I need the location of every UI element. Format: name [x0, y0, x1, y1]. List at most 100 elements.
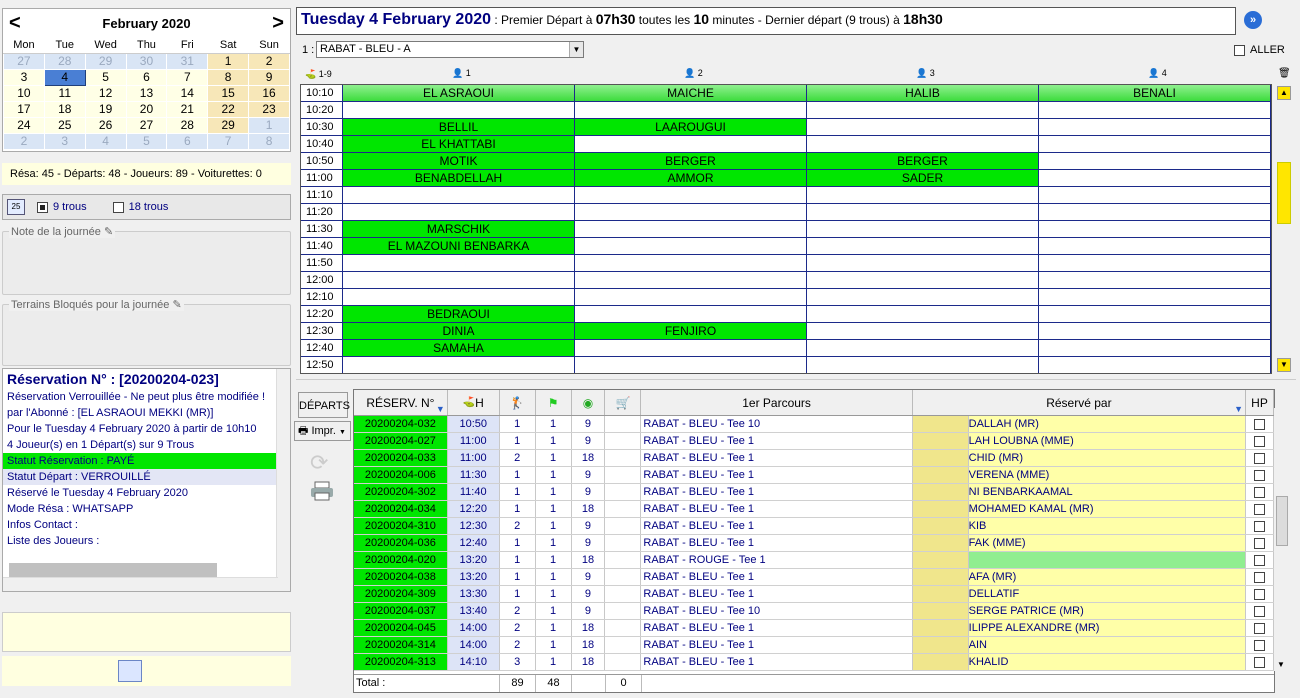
tee-slot[interactable]	[807, 340, 1039, 356]
hp-checkbox[interactable]	[1246, 535, 1274, 551]
filter-icon[interactable]: ▼	[1234, 404, 1243, 414]
tee-slot[interactable]	[1039, 238, 1271, 254]
chevron-down-icon[interactable]: ▼	[569, 42, 583, 57]
calendar-day[interactable]: 10	[3, 84, 45, 102]
calendar-day[interactable]: 5	[84, 68, 127, 86]
tee-slot[interactable]: EL KHATTABI	[343, 136, 575, 152]
tee-slot[interactable]: HALIB	[807, 85, 1039, 101]
col-reserved-by[interactable]: Réservé par ▼	[913, 390, 1247, 415]
tee-slot[interactable]: LAAROUGUI	[575, 119, 807, 135]
tee-slot[interactable]	[343, 357, 575, 373]
nine-holes-checkbox[interactable]: 9 trous	[37, 201, 87, 213]
tee-slot[interactable]	[575, 357, 807, 373]
calendar-day[interactable]: 27	[125, 116, 168, 134]
calendar-day[interactable]: 8	[207, 68, 250, 86]
calendar-day[interactable]: 24	[3, 116, 45, 134]
calendar-day[interactable]: 2	[3, 132, 45, 150]
col-players[interactable]: 🏌	[500, 390, 536, 415]
copy-icon[interactable]	[118, 660, 142, 682]
tee-slot[interactable]	[807, 289, 1039, 305]
calendar-day[interactable]: 4	[43, 68, 86, 86]
table-row[interactable]: 20200204-038 13:20 1 1 9 RABAT - BLEU - Tee 1…	[354, 569, 1274, 586]
calendar-day[interactable]: 14	[166, 84, 209, 102]
hp-checkbox[interactable]	[1246, 603, 1274, 619]
table-row[interactable]: 20200204-037 13:40 2 1 9 RABAT - BLEU - Tee 1…	[354, 603, 1274, 620]
tee-slot[interactable]	[575, 187, 807, 203]
vertical-scrollbar[interactable]	[276, 369, 290, 591]
refresh-icon[interactable]: ⟳	[310, 450, 328, 476]
trash-icon[interactable]: 🗑	[1278, 68, 1291, 79]
tee-slot[interactable]: SADER	[807, 170, 1039, 186]
calendar-day[interactable]: 7	[207, 132, 250, 150]
tee-slot[interactable]	[575, 221, 807, 237]
table-row[interactable]: 20200204-034 12:20 1 1 18 RABAT - BLEU - Tee …	[354, 501, 1274, 518]
table-row[interactable]: 20200204-302 11:40 1 1 9 RABAT - BLEU - Tee 1…	[354, 484, 1274, 501]
calendar-day[interactable]: 28	[166, 116, 209, 134]
tee-slot[interactable]	[343, 289, 575, 305]
tee-slot[interactable]	[1039, 272, 1271, 288]
tee-slot[interactable]: EL ASRAOUI	[343, 85, 575, 101]
tee-slot[interactable]: FENJIRO	[575, 323, 807, 339]
horizontal-scrollbar[interactable]	[3, 577, 278, 591]
scroll-thumb[interactable]	[1276, 496, 1288, 546]
calendar-day[interactable]: 4	[84, 132, 127, 150]
tee-slot[interactable]: BELLIL	[343, 119, 575, 135]
calendar-day[interactable]: 5	[125, 132, 168, 150]
col-resa-number[interactable]: RÉSERV. N° ▼	[354, 390, 448, 415]
tee-slot[interactable]	[575, 340, 807, 356]
tee-slot[interactable]	[807, 238, 1039, 254]
calendar-day[interactable]: 6	[166, 132, 209, 150]
calendar-day[interactable]: 28	[43, 52, 86, 70]
calendar-day[interactable]: 27	[3, 52, 45, 70]
tee-slot[interactable]	[343, 187, 575, 203]
tee-slot[interactable]	[343, 272, 575, 288]
tee-slot[interactable]	[575, 204, 807, 220]
notes-box[interactable]	[2, 612, 291, 652]
tee-slot[interactable]	[1039, 204, 1271, 220]
blocked-courses-group[interactable]: Terrains Bloqués pour la journée ✎	[2, 298, 291, 366]
calendar-day[interactable]: 11	[43, 84, 86, 102]
table-row[interactable]: 20200204-006 11:30 1 1 9 RABAT - BLEU - Tee 1…	[354, 467, 1274, 484]
calendar-day[interactable]: 8	[248, 132, 290, 150]
tee-slot[interactable]	[575, 306, 807, 322]
hp-checkbox[interactable]	[1246, 450, 1274, 466]
calendar-day[interactable]: 6	[125, 68, 168, 86]
table-row[interactable]: 20200204-020 13:20 1 1 18 RABAT - ROUGE - Tee…	[354, 552, 1274, 569]
tee-slot[interactable]: AMMOR	[575, 170, 807, 186]
tee-slot[interactable]	[575, 238, 807, 254]
table-row[interactable]: 20200204-045 14:00 2 1 18 RABAT - BLEU - Tee …	[354, 620, 1274, 637]
pencil-icon[interactable]: ✎	[172, 299, 181, 311]
table-row[interactable]: 20200204-032 10:50 1 1 9 RABAT - BLEU - Tee 1…	[354, 416, 1274, 433]
calendar-day[interactable]: 1	[207, 52, 250, 70]
tee-slot[interactable]	[807, 204, 1039, 220]
tee-slot[interactable]	[807, 357, 1039, 373]
calendar-day[interactable]: 7	[166, 68, 209, 86]
calendar-day[interactable]: 15	[207, 84, 250, 102]
print-dropdown[interactable]: 🖶 Impr. ▼	[294, 421, 351, 441]
tee-slot[interactable]	[1039, 136, 1271, 152]
prev-month-button[interactable]: <	[9, 13, 21, 33]
col-first-course[interactable]: 1er Parcours	[641, 390, 913, 415]
tee-slot[interactable]	[1039, 323, 1271, 339]
calendar-day[interactable]: 12	[84, 84, 127, 102]
aller-checkbox[interactable]: ALLER	[1234, 44, 1285, 56]
calendar-day[interactable]: 13	[125, 84, 168, 102]
table-row[interactable]: 20200204-313 14:10 3 1 18 RABAT - BLEU - Tee …	[354, 654, 1274, 671]
calendar-day[interactable]: 9	[248, 68, 290, 86]
calendar-day[interactable]: 21	[166, 100, 209, 118]
tee-slot[interactable]: BENALI	[1039, 85, 1271, 101]
hp-checkbox[interactable]	[1246, 467, 1274, 483]
calendar-day[interactable]: 20	[125, 100, 168, 118]
calendar-day[interactable]: 25	[43, 116, 86, 134]
tee-slot[interactable]	[807, 272, 1039, 288]
tee-slot[interactable]: EL MAZOUNI BENBARKA	[343, 238, 575, 254]
hp-checkbox[interactable]	[1246, 552, 1274, 568]
table-row[interactable]: 20200204-036 12:40 1 1 9 RABAT - BLEU - Tee 1…	[354, 535, 1274, 552]
tee-slot[interactable]	[1039, 306, 1271, 322]
scroll-down-icon[interactable]: ▼	[1277, 358, 1291, 372]
calendar-day[interactable]: 19	[84, 100, 127, 118]
tee-slot[interactable]	[575, 136, 807, 152]
hp-checkbox[interactable]	[1246, 433, 1274, 449]
tee-slot[interactable]: BERGER	[807, 153, 1039, 169]
tee-slot[interactable]	[1039, 255, 1271, 271]
